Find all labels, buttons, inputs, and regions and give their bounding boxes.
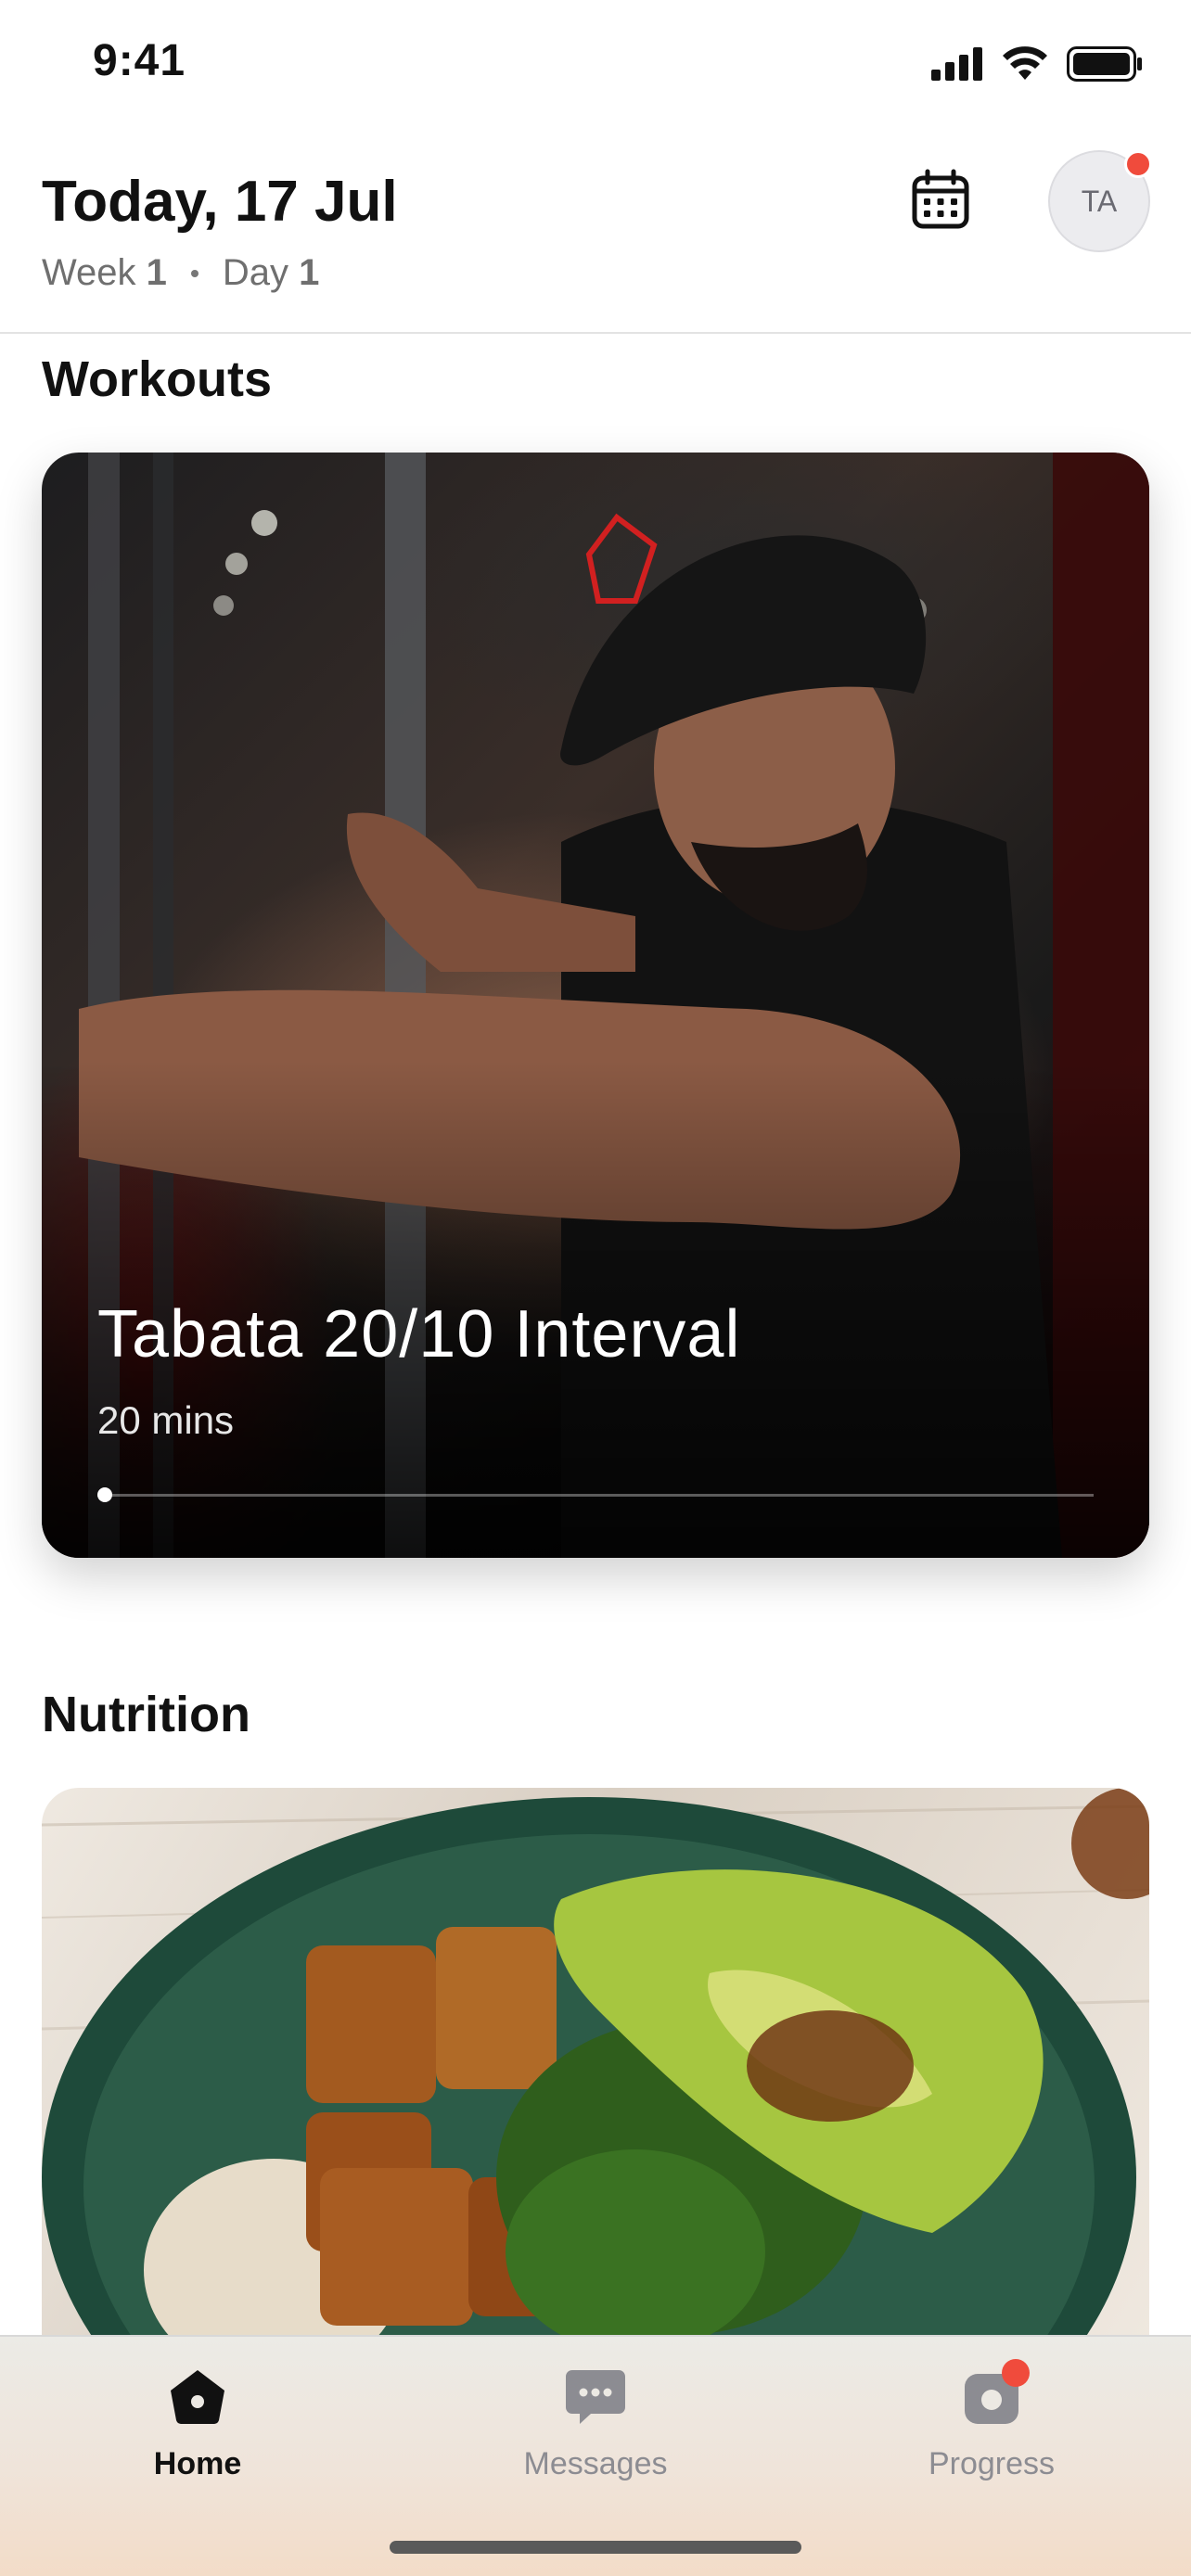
page-header: Today, 17 Jul Week 1 Day 1 TA bbox=[0, 130, 1191, 334]
status-icons bbox=[931, 46, 1143, 82]
battery-icon bbox=[1067, 46, 1142, 82]
tab-progress[interactable]: Progress bbox=[852, 2359, 1131, 2513]
status-time: 9:41 bbox=[93, 36, 186, 85]
workout-card[interactable]: Tabata 20/10 Interval 20 mins bbox=[42, 453, 1149, 1558]
tab-bar: Home Messages Progress bbox=[0, 2335, 1191, 2576]
workout-photo bbox=[42, 453, 1149, 1558]
progress-notification-badge bbox=[1002, 2359, 1030, 2387]
week-day-subtitle: Week 1 Day 1 bbox=[42, 252, 319, 294]
tab-home-label: Home bbox=[153, 2446, 242, 2481]
home-icon bbox=[165, 2365, 230, 2429]
avatar-initials: TA bbox=[1081, 184, 1118, 218]
calendar-button[interactable] bbox=[909, 169, 972, 232]
page-title: Today, 17 Jul bbox=[42, 170, 398, 234]
week-number: 1 bbox=[146, 252, 167, 293]
day-number: 1 bbox=[299, 252, 320, 293]
chat-bubble-icon bbox=[563, 2365, 628, 2429]
tab-messages-label: Messages bbox=[523, 2446, 668, 2481]
notification-badge bbox=[1124, 150, 1152, 178]
tab-home[interactable]: Home bbox=[58, 2365, 337, 2513]
nutrition-photo bbox=[42, 1788, 1149, 2344]
tab-messages[interactable]: Messages bbox=[456, 2365, 735, 2513]
cellular-signal-icon bbox=[931, 47, 982, 81]
home-indicator[interactable] bbox=[390, 2541, 801, 2554]
workout-duration: 20 mins bbox=[97, 1398, 235, 1442]
camera-icon bbox=[959, 2359, 1030, 2429]
workout-title: Tabata 20/10 Interval bbox=[97, 1297, 741, 1371]
separator-dot bbox=[190, 269, 198, 277]
nutrition-section-title: Nutrition bbox=[42, 1687, 250, 1742]
week-label: Week bbox=[42, 252, 136, 293]
calendar-icon bbox=[912, 169, 969, 229]
tab-progress-label: Progress bbox=[928, 2446, 1056, 2481]
workout-progress-track bbox=[97, 1494, 1094, 1497]
workouts-section-title: Workouts bbox=[42, 351, 273, 407]
workout-progress-knob bbox=[97, 1487, 112, 1502]
nutrition-card[interactable] bbox=[42, 1788, 1149, 2344]
status-bar: 9:41 bbox=[0, 0, 1191, 130]
avatar[interactable]: TA bbox=[1048, 150, 1152, 252]
day-label: Day bbox=[222, 252, 289, 293]
wifi-icon bbox=[1003, 46, 1047, 80]
